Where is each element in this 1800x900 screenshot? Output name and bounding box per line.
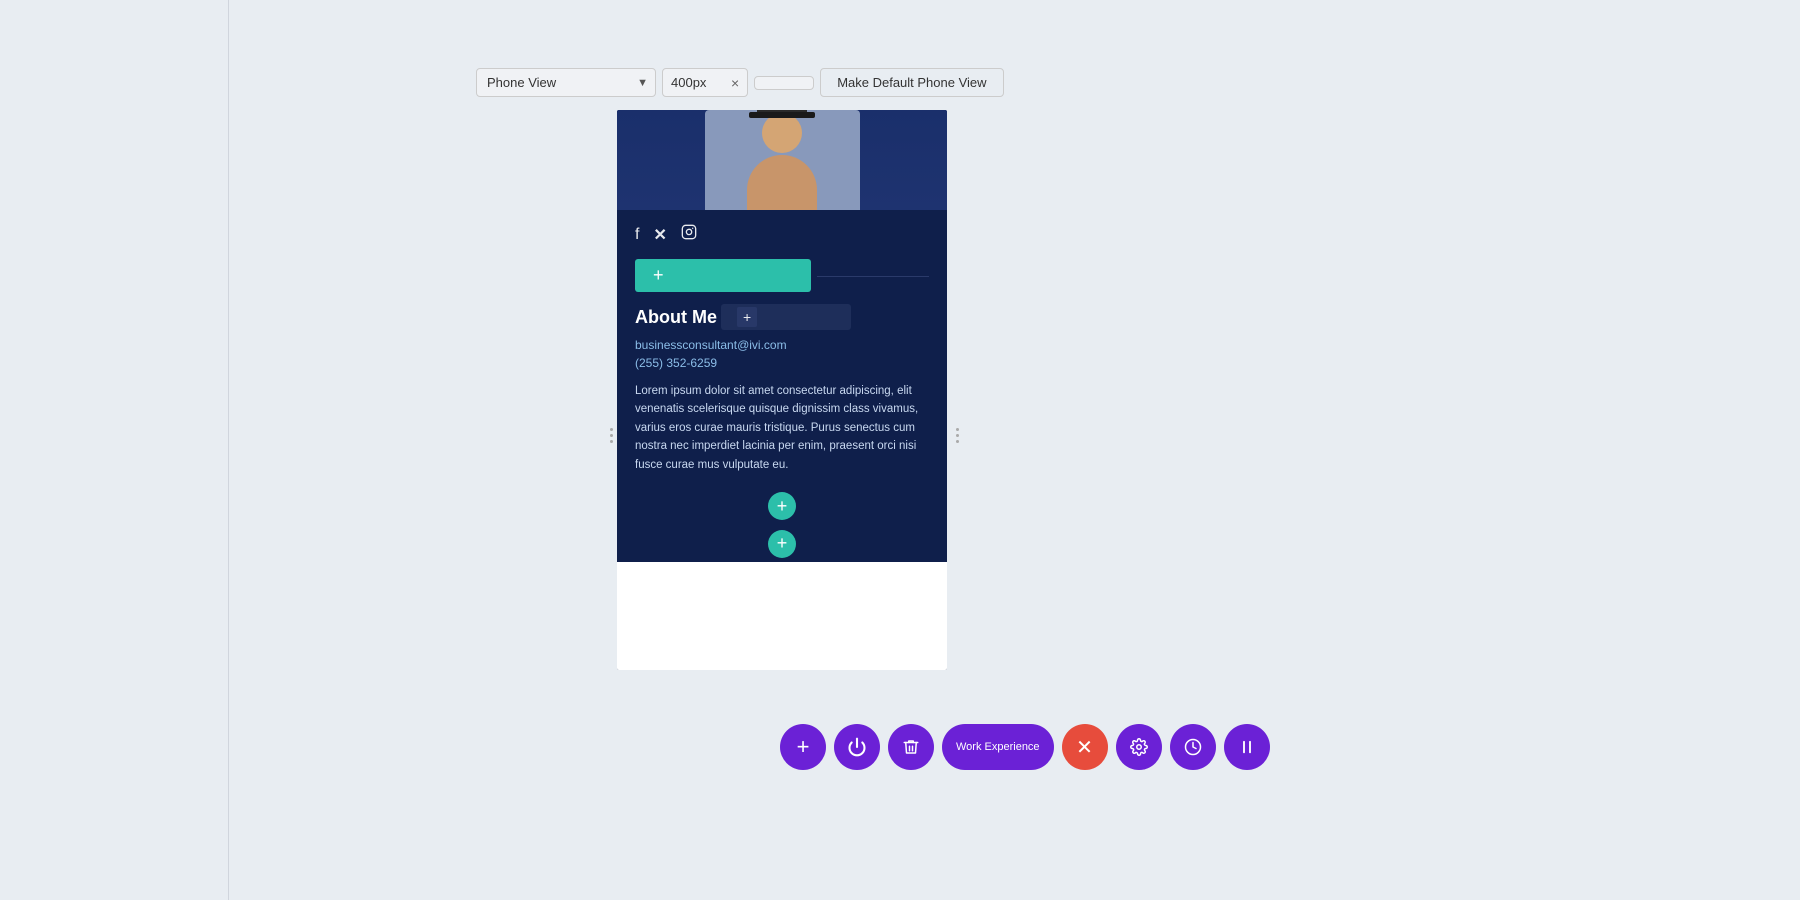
person-body: [747, 155, 817, 210]
fab-close-button[interactable]: ✕: [1062, 724, 1108, 770]
add-section-button[interactable]: +: [635, 259, 811, 292]
view-select[interactable]: Phone View Tablet View Desktop View: [476, 68, 656, 97]
person-silhouette: [747, 110, 817, 210]
drag-dot: [956, 434, 959, 437]
make-default-button[interactable]: Make Default Phone View: [820, 68, 1003, 97]
about-add-button[interactable]: +: [737, 307, 757, 327]
fab-settings-button[interactable]: [1116, 724, 1162, 770]
toolbar: Phone View Tablet View Desktop View ▼ × …: [476, 68, 1004, 97]
profile-image: [705, 110, 860, 210]
drag-dot: [956, 440, 959, 443]
about-title: About Me: [635, 307, 717, 328]
fab-bar: + Work Experience ✕: [780, 724, 1270, 770]
drag-dot: [610, 434, 613, 437]
hat: [757, 110, 807, 118]
about-title-overlay: +: [721, 304, 851, 330]
person-head: [762, 113, 802, 153]
drag-handle-right[interactable]: [954, 410, 960, 460]
section-divider-add-button[interactable]: +: [768, 530, 796, 558]
add-block-wrap: +: [617, 482, 947, 526]
about-section: About Me + businessconsultant@ivi.com (2…: [617, 300, 947, 482]
social-icons-row: f ✕: [617, 210, 947, 255]
drag-dot: [610, 428, 613, 431]
view-select-wrap: Phone View Tablet View Desktop View ▼: [476, 68, 656, 97]
fab-work-exp-label: Work Experience: [956, 741, 1040, 753]
instagram-icon[interactable]: [681, 224, 697, 245]
px-clear-button[interactable]: ×: [723, 70, 747, 96]
section-divider: +: [617, 526, 947, 562]
sidebar-divider: [228, 0, 229, 900]
twitter-x-icon[interactable]: ✕: [653, 225, 666, 245]
drag-handle-left[interactable]: [608, 410, 614, 460]
fab-add-button[interactable]: +: [780, 724, 826, 770]
contact-email: businessconsultant@ivi.com: [635, 338, 929, 352]
white-section: [617, 562, 947, 670]
px-input-wrap: ×: [662, 68, 748, 97]
fab-pause-button[interactable]: [1224, 724, 1270, 770]
add-section-bar: +: [635, 259, 929, 292]
fab-timer-button[interactable]: [1170, 724, 1216, 770]
drag-dot: [956, 428, 959, 431]
fab-power-button[interactable]: [834, 724, 880, 770]
facebook-icon[interactable]: f: [635, 226, 639, 244]
px-input[interactable]: [663, 69, 723, 96]
phone-preview: f ✕ + About Me + businessconsultant@ivi.…: [617, 110, 947, 670]
add-block-button[interactable]: +: [768, 492, 796, 520]
contact-phone: (255) 352-6259: [635, 356, 929, 370]
about-title-row: About Me +: [635, 304, 929, 330]
fab-label-button[interactable]: Work Experience: [942, 724, 1054, 770]
bio-text: Lorem ipsum dolor sit amet consectetur a…: [635, 382, 929, 474]
fab-delete-button[interactable]: [888, 724, 934, 770]
profile-photo-section: [617, 110, 947, 210]
drag-dot: [610, 440, 613, 443]
px-extra: [754, 76, 814, 90]
section-line: [817, 276, 929, 277]
